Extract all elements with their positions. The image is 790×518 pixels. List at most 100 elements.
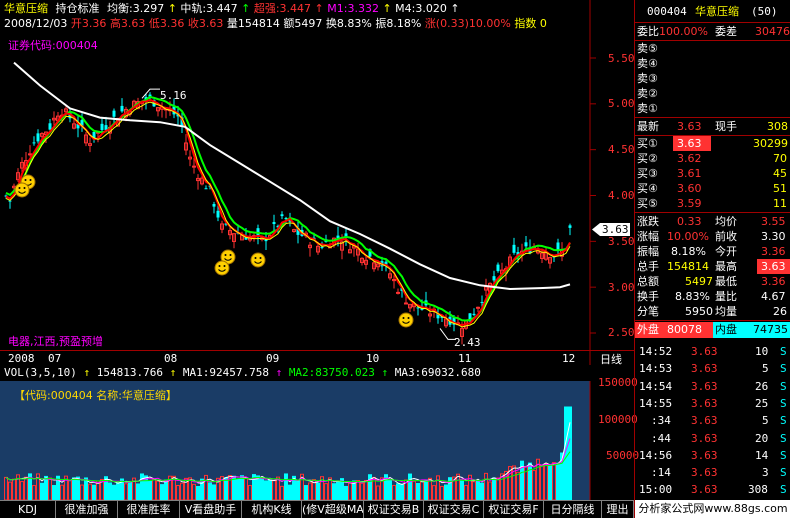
quote-code: 000404: [647, 5, 687, 18]
sell-1-label: 卖①: [637, 102, 658, 115]
volume-bar: [464, 484, 468, 500]
volume-bar: [60, 484, 64, 500]
volume-bar: [408, 473, 412, 500]
sell-2-label: 卖②: [637, 87, 658, 100]
volume-bar: [388, 479, 392, 500]
candle-body: [480, 301, 484, 304]
tick-volume: 5: [762, 414, 769, 428]
tab-more[interactable]: 理出: [602, 500, 634, 518]
stat-value: 0.33: [677, 215, 702, 228]
volume-bar: [72, 477, 76, 500]
buy-1-label: 买①: [637, 137, 658, 150]
price-chart-panel[interactable]: 华意压缩 持仓标准 均衡:3.297 ↑ 中轨:3.447 ↑ 超强:3.447…: [0, 0, 635, 366]
volume-bar: [44, 475, 48, 500]
up-arrow-icon: ↑: [169, 366, 177, 379]
tick-side: S: [780, 414, 787, 428]
time-label: 08: [164, 352, 178, 365]
tab-super-macd[interactable]: (修V超级MACD: [302, 500, 364, 518]
buy-3-label: 买③: [637, 167, 658, 180]
stat-value: 3.36: [761, 275, 786, 288]
volume-bar: [288, 484, 292, 500]
volume-bar: [176, 485, 180, 500]
volume-bar: [40, 482, 44, 500]
volume-bar: [116, 481, 120, 500]
volume-bar: [308, 482, 312, 500]
buy-4-label: 买④: [637, 182, 658, 195]
inner-label: 内盘: [715, 323, 737, 336]
weibi-label: 委比: [637, 25, 659, 38]
volume-bar: [180, 482, 184, 500]
tick-volume: 26: [755, 379, 769, 393]
tab-warrant-trade-f[interactable]: 权证交易F: [484, 500, 544, 518]
weicha-value: 30476: [755, 25, 790, 38]
buy-3-volume: 45: [773, 167, 787, 180]
sell-5-label: 卖⑤: [637, 42, 658, 55]
tick-row: 15:00 3.63 308 S: [635, 482, 790, 497]
tick-price: 3.63: [691, 379, 718, 393]
quote-title: 000404 华意压缩 (50): [635, 4, 790, 20]
tick-side: S: [780, 483, 787, 497]
high-price-marker: 5.16: [160, 89, 187, 102]
buy-5-volume: 11: [773, 197, 787, 210]
volume-bar: [140, 473, 144, 500]
tab-warrant-trade-b[interactable]: 权证交易B: [364, 500, 424, 518]
candle-body: [112, 110, 116, 117]
candle-body: [28, 153, 32, 156]
tab-kan-pan-zhu-shou[interactable]: V看盘助手: [180, 500, 242, 518]
price-tick: 4.50: [608, 143, 635, 156]
volume-bar: [376, 485, 380, 500]
tick-price: 3.63: [691, 396, 718, 410]
volume-bar: [420, 480, 424, 500]
price-tick: 2.50: [608, 326, 635, 339]
tick-time: :14: [651, 466, 671, 480]
volume-bar: [264, 480, 268, 500]
tick-side: S: [780, 362, 787, 376]
tab-hen-zhun-sheng-lv[interactable]: 很准胜率: [118, 500, 180, 518]
tab-day-separator[interactable]: 日分隔线: [544, 500, 602, 518]
xianshou-label: 现手: [715, 120, 737, 133]
volume-bar: [20, 481, 24, 500]
candle-body: [496, 264, 500, 272]
tick-price: 3.63: [691, 362, 718, 376]
tick-list[interactable]: 14:52 3.63 10 S 14:53 3.63 5 S 14:54 3.63 26 S 14:55…: [635, 344, 790, 500]
stat-label: 涨幅: [637, 230, 659, 243]
tab-warrant-trade-c[interactable]: 权证交易C: [424, 500, 484, 518]
tick-volume: 20: [755, 431, 769, 445]
quote-name: 华意压缩: [695, 5, 739, 18]
buy-4-row: 买④ 3.60 51: [635, 181, 790, 196]
up-arrow-icon: ↑: [83, 366, 91, 379]
tick-price: 3.63: [691, 448, 718, 462]
volume-tick: 100000: [598, 413, 638, 426]
volume-bar: [516, 471, 520, 500]
current-price-marker: 3.63: [592, 223, 630, 236]
volume-bar: [356, 480, 360, 500]
tick-time: 14:54: [639, 379, 673, 393]
stat-value: 154814: [667, 260, 709, 273]
volume-bar: [88, 483, 92, 500]
candle-body: [568, 225, 572, 228]
tab-kdj[interactable]: KDJ: [0, 500, 56, 518]
smiley-icon: [250, 252, 266, 268]
inner-value: 74735: [753, 323, 788, 336]
volume-panel[interactable]: VOL(3,5,10) ↑ 154813.766 ↑ MA1:92457.758…: [0, 365, 639, 500]
vol-ma2: MA2:83750.023: [288, 366, 375, 379]
volume-bar: [32, 485, 36, 500]
smiley-icon: [214, 260, 230, 276]
volume-bar: [160, 484, 164, 500]
stat-value: 26: [773, 305, 787, 318]
tab-ji-gou-k-xian[interactable]: 机构K线: [242, 500, 302, 518]
volume-bar: [304, 485, 308, 500]
stat-label: 总额: [637, 275, 659, 288]
volume-tick: 150000: [598, 376, 638, 389]
buy-2-label: 买②: [637, 152, 658, 165]
volume-header: VOL(3,5,10) ↑ 154813.766 ↑ MA1:92457.758…: [0, 365, 634, 381]
stat-label: 换手: [637, 290, 659, 303]
volume-bar: [84, 477, 88, 500]
tick-time: 14:53: [639, 362, 673, 376]
volume-bar: [108, 482, 112, 500]
stat-value: 3.30: [761, 230, 786, 243]
sell-3-label: 卖③: [637, 72, 658, 85]
tick-volume: 3: [762, 466, 769, 480]
tab-hen-zhun-jia-qiang[interactable]: 很准加强: [56, 500, 118, 518]
buy-1-price: 3.63: [673, 136, 711, 151]
